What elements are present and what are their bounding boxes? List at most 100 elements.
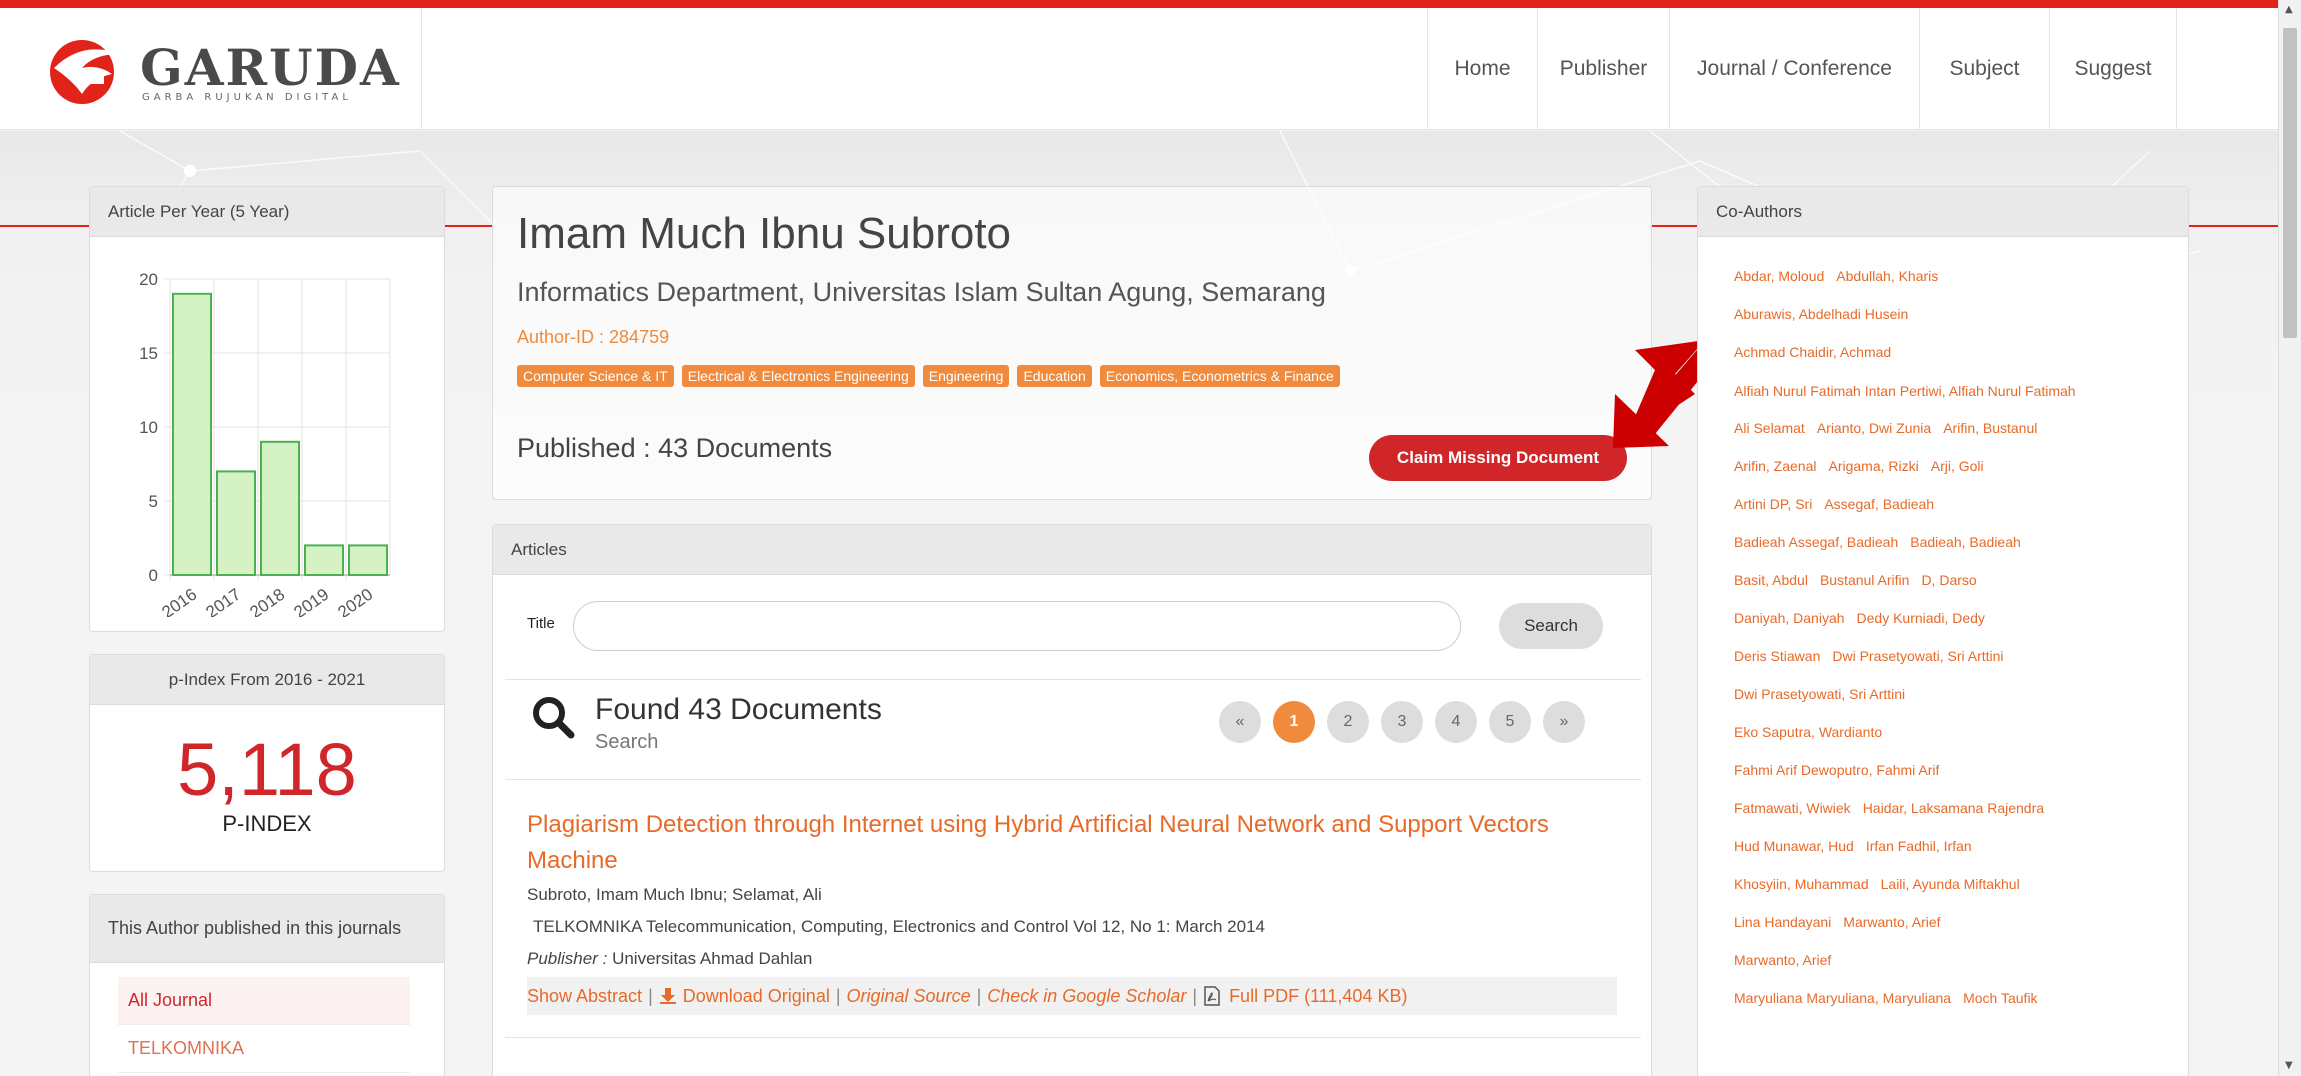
coauthor-link[interactable]: Hud Munawar, Hud <box>1734 838 1854 854</box>
bar-2018 <box>260 440 300 576</box>
article-authors[interactable]: Subroto, Imam Much Ibnu; Selamat, Ali <box>527 885 822 905</box>
coauthor-link[interactable]: Assegaf, Badieah <box>1824 496 1934 512</box>
publisher-name: Universitas Ahmad Dahlan <box>612 949 813 968</box>
author-affiliation: Informatics Department, Universitas Isla… <box>517 277 1326 307</box>
pindex-title: p-Index From 2016 - 2021 <box>90 655 444 705</box>
coauthor-link[interactable]: Arji, Goli <box>1931 458 1984 474</box>
coauthor-link[interactable]: Maryuliana Maryuliana, Maryuliana <box>1734 990 1951 1006</box>
coauthor-link[interactable]: Artini DP, Sri <box>1734 496 1812 512</box>
coauthor-link[interactable]: Badieah, Badieah <box>1910 534 2021 550</box>
journal-telkomnika[interactable]: TELKOMNIKA <box>118 1025 410 1073</box>
coauthor-link[interactable]: Marwanto, Arief <box>1734 952 1831 968</box>
pagination: « 1 2 3 4 5 » <box>1219 701 1585 743</box>
coauthor-row: Ali Selamat Arianto, Dwi Zunia Arifin, Bus… <box>1734 409 2152 447</box>
coauthors-list: Abdar, Moloud Abdullah, Kharis Aburawis, A… <box>1698 237 2188 1037</box>
page-4-button[interactable]: 4 <box>1435 701 1477 743</box>
coauthor-link[interactable]: Laili, Ayunda Miftakhul <box>1881 876 2020 892</box>
y-tick-label: 15 <box>139 344 158 363</box>
coauthor-link[interactable]: Arianto, Dwi Zunia <box>1817 420 1931 436</box>
coauthor-row: Abdar, Moloud Abdullah, Kharis <box>1734 257 2152 295</box>
page-prev-button[interactable]: « <box>1219 701 1261 743</box>
page-next-button[interactable]: » <box>1543 701 1585 743</box>
page-1-button[interactable]: 1 <box>1273 701 1315 743</box>
coauthor-link[interactable]: Dwi Prasetyowati, Sri Arttini <box>1734 686 1905 702</box>
coauthor-row: Arifin, Zaenal Arigama, Rizki Arji, Goli <box>1734 447 2152 485</box>
article-title-link[interactable]: Plagiarism Detection through Internet us… <box>527 807 1627 879</box>
page-5-button[interactable]: 5 <box>1489 701 1531 743</box>
nav-home[interactable]: Home <box>1427 8 1537 130</box>
show-abstract-link[interactable]: Show Abstract <box>527 986 642 1007</box>
nav-suggest[interactable]: Suggest <box>2049 8 2177 130</box>
coauthor-link[interactable]: Arifin, Zaenal <box>1734 458 1816 474</box>
subject-tag[interactable]: Computer Science & IT <box>517 365 674 387</box>
x-tick-label: 2018 <box>246 585 288 617</box>
scroll-up-icon[interactable]: ▲ <box>2285 4 2293 15</box>
coauthor-row: Maryuliana Maryuliana, Maryuliana Moch Ta… <box>1734 979 2152 1017</box>
coauthor-link[interactable]: Moch Taufik <box>1963 990 2037 1006</box>
coauthor-link[interactable]: Ali Selamat <box>1734 420 1805 436</box>
subject-tag[interactable]: Education <box>1017 365 1092 387</box>
coauthor-link[interactable]: Eko Saputra, Wardianto <box>1734 724 1882 740</box>
coauthor-link[interactable]: Alfiah Nurul Fatimah Intan Pertiwi, Alfi… <box>1734 383 2076 399</box>
coauthor-link[interactable]: Basit, Abdul <box>1734 572 1808 588</box>
separator: | <box>835 985 841 1006</box>
subject-tag[interactable]: Electrical & Electronics Engineering <box>681 365 915 387</box>
original-source-link[interactable]: Original Source <box>847 986 971 1007</box>
accent-line-mid <box>445 225 492 227</box>
coauthor-link[interactable]: Marwanto, Arief <box>1843 914 1940 930</box>
subject-tag[interactable]: Economics, Econometrics & Finance <box>1099 365 1340 387</box>
nav-publisher[interactable]: Publisher <box>1537 8 1669 130</box>
coauthor-link[interactable]: Abdullah, Kharis <box>1836 268 1938 284</box>
article-per-year-chart: 0 5 10 15 20 2016 2017 2018 2019 2020 <box>139 270 391 622</box>
google-scholar-link[interactable]: Check in Google Scholar <box>987 986 1186 1007</box>
coauthor-link[interactable]: Daniyah, Daniyah <box>1734 610 1845 626</box>
coauthor-link[interactable]: Abdar, Moloud <box>1734 268 1824 284</box>
coauthor-link[interactable]: Haidar, Laksamana Rajendra <box>1863 800 2044 816</box>
coauthor-link[interactable]: Lina Handayani <box>1734 914 1831 930</box>
coauthor-row: Fatmawati, Wiwiek Haidar, Laksamana Rajen… <box>1734 789 2152 827</box>
scroll-down-icon[interactable]: ▼ <box>2285 1060 2293 1071</box>
page-2-button[interactable]: 2 <box>1327 701 1369 743</box>
coauthor-link[interactable]: D, Darso <box>1921 572 1976 588</box>
x-tick-label: 2019 <box>290 585 332 617</box>
article-journal: TELKOMNIKA Telecommunication, Computing,… <box>533 917 1265 936</box>
article-search: Title Search <box>527 601 1627 651</box>
download-icon <box>659 988 676 1004</box>
logo-subtitle: GARBA RUJUKAN DIGITAL <box>142 92 352 103</box>
subject-tag[interactable]: Engineering <box>922 365 1010 387</box>
coauthor-link[interactable]: Arigama, Rizki <box>1828 458 1918 474</box>
coauthor-link[interactable]: Khosyiin, Muhammad <box>1734 876 1869 892</box>
separator: | <box>1192 985 1198 1006</box>
coauthor-link[interactable]: Deris Stiawan <box>1734 648 1820 664</box>
coauthor-link[interactable]: Fahmi Arif Dewoputro, Fahmi Arif <box>1734 762 1939 778</box>
vertical-scrollbar[interactable]: ▲ ▼ <box>2278 0 2301 1076</box>
page-3-button[interactable]: 3 <box>1381 701 1423 743</box>
coauthor-link[interactable]: Achmad Chaidir, Achmad <box>1734 344 1891 360</box>
coauthor-row: Lina Handayani Marwanto, Arief <box>1734 903 2152 941</box>
coauthor-link[interactable]: Bustanul Arifin <box>1820 572 1910 588</box>
coauthor-link[interactable]: Arifin, Bustanul <box>1943 420 2037 436</box>
journal-all[interactable]: All Journal <box>118 977 410 1025</box>
coauthor-link[interactable]: Aburawis, Abdelhadi Husein <box>1734 306 1908 322</box>
coauthor-link[interactable]: Fatmawati, Wiwiek <box>1734 800 1851 816</box>
coauthor-link[interactable]: Dwi Prasetyowati, Sri Arttini <box>1832 648 2003 664</box>
coauthor-row: Dwi Prasetyowati, Sri Arttini <box>1734 675 2152 713</box>
coauthor-link[interactable]: Irfan Fadhil, Irfan <box>1866 838 1972 854</box>
article-per-year-panel: Article Per Year (5 Year) 0 5 10 15 20 2016 20… <box>89 186 445 632</box>
download-original-link[interactable]: Download Original <box>683 986 830 1007</box>
coauthor-row: Artini DP, Sri Assegaf, Badieah <box>1734 485 2152 523</box>
full-pdf-link[interactable]: Full PDF (111,404 KB) <box>1229 986 1407 1007</box>
logo[interactable]: GARUDA GARBA RUJUKAN DIGITAL <box>0 8 422 130</box>
claim-missing-document-button[interactable]: Claim Missing Document <box>1369 435 1627 481</box>
separator: | <box>976 985 982 1006</box>
search-button[interactable]: Search <box>1499 603 1603 649</box>
article-publisher: Publisher : Universitas Ahmad Dahlan <box>527 949 812 969</box>
nav-subject[interactable]: Subject <box>1919 8 2049 130</box>
coauthor-link[interactable]: Badieah Assegaf, Badieah <box>1734 534 1898 550</box>
pindex-label: P-INDEX <box>222 811 312 836</box>
scroll-thumb[interactable] <box>2283 28 2297 338</box>
author-id: Author-ID : 284759 <box>517 327 670 347</box>
coauthor-link[interactable]: Dedy Kurniadi, Dedy <box>1857 610 1985 626</box>
search-input[interactable] <box>573 601 1461 651</box>
nav-journal-conference[interactable]: Journal / Conference <box>1669 8 1919 130</box>
